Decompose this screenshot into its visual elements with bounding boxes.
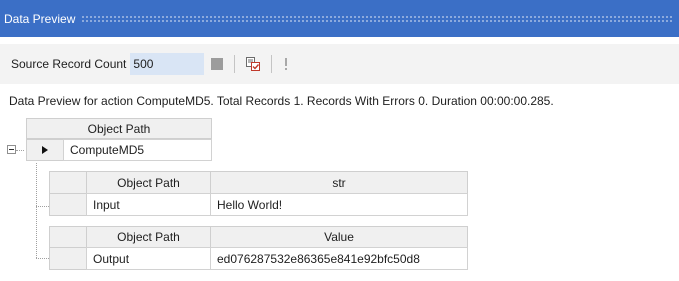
- column-header-object-path[interactable]: Object Path: [86, 171, 211, 194]
- tree-connector: [36, 258, 49, 259]
- tree-connector: [36, 163, 37, 258]
- table-cell-value[interactable]: ed076287532e86365e841e92bfc50d8: [210, 247, 468, 270]
- table-cell-object-path[interactable]: ComputeMD5: [63, 139, 212, 161]
- source-record-count-label: Source Record Count: [11, 57, 127, 71]
- stop-button[interactable]: [208, 55, 226, 73]
- column-header-object-path[interactable]: Object Path: [26, 118, 212, 139]
- copy-results-button[interactable]: [243, 54, 263, 74]
- tree-connector: [16, 150, 24, 151]
- column-header-str[interactable]: str: [210, 171, 468, 194]
- preview-status-text: Data Preview for action ComputeMD5. Tota…: [9, 94, 554, 108]
- table-cell-object-path[interactable]: Output: [86, 247, 211, 270]
- titlebar-grip[interactable]: [81, 15, 673, 22]
- panel-titlebar: Data Preview: [0, 0, 679, 37]
- exclamation-icon: [285, 58, 288, 70]
- table-cell-object-path[interactable]: Input: [86, 193, 211, 216]
- minus-icon: [9, 149, 14, 150]
- stop-icon: [211, 58, 224, 70]
- panel-title: Data Preview: [4, 11, 76, 26]
- grid-corner: [49, 226, 87, 248]
- show-errors-button[interactable]: [280, 54, 292, 74]
- toolbar-separator: [271, 55, 273, 73]
- preview-toolbar: Source Record Count: [0, 44, 679, 84]
- copy-check-icon: [246, 57, 261, 71]
- tree-connector: [36, 206, 49, 207]
- table-cell-str[interactable]: Hello World!: [210, 193, 468, 216]
- source-record-count-input[interactable]: [130, 53, 205, 75]
- current-row-arrow-icon: [42, 146, 48, 154]
- column-header-value[interactable]: Value: [210, 226, 468, 248]
- grid-corner: [49, 171, 87, 194]
- toolbar-separator: [234, 55, 236, 73]
- column-header-object-path[interactable]: Object Path: [86, 226, 211, 248]
- row-selector[interactable]: [26, 139, 64, 161]
- collapse-toggle[interactable]: [7, 145, 16, 154]
- row-selector[interactable]: [49, 247, 87, 270]
- row-selector[interactable]: [49, 193, 87, 216]
